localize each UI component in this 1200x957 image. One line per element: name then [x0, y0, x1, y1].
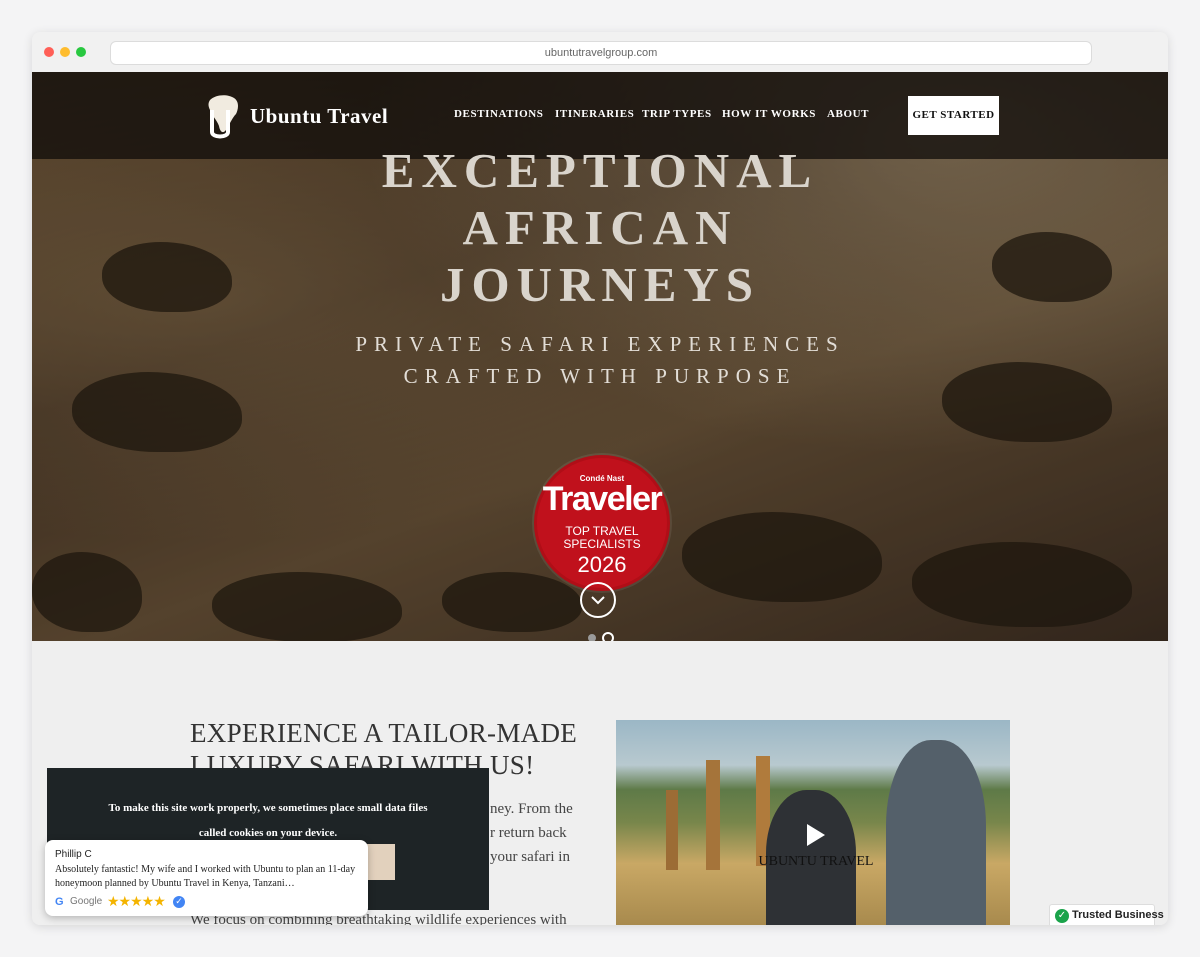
- intro-text-fragment: your safari in: [490, 849, 570, 865]
- hero-headline-line: AFRICAN: [462, 200, 738, 255]
- video-thumbnail[interactable]: UBUNTU TRAVEL: [616, 720, 1010, 925]
- slide-dot-1[interactable]: [588, 634, 596, 641]
- giraffe-shape: [706, 760, 720, 870]
- scroll-down-button[interactable]: [580, 582, 616, 618]
- nav-trip-types[interactable]: TRIP TYPES: [642, 108, 712, 120]
- slide-dot-2-active[interactable]: [602, 632, 614, 641]
- browser-window: ubuntutravelgroup.com Ubuntu Travel DEST…: [32, 32, 1168, 925]
- intro-text-fragment: r return back: [490, 825, 567, 841]
- address-bar[interactable]: ubuntutravelgroup.com: [110, 41, 1092, 65]
- reviewer-name: Phillip C: [55, 849, 92, 860]
- nav-how-it-works[interactable]: HOW IT WORKS: [722, 108, 816, 120]
- hero-headline-line: JOURNEYS: [439, 257, 761, 312]
- giraffe-shape: [666, 790, 678, 870]
- badge-award-line: SPECIALISTS: [563, 537, 641, 551]
- badge-year: 2026: [577, 552, 627, 577]
- cookie-message: To make this site work properly, we some…: [77, 796, 459, 846]
- maximize-window-button[interactable]: [76, 47, 86, 57]
- browser-chrome: ubuntutravelgroup.com: [32, 32, 1168, 72]
- hero-subtitle-line: PRIVATE SAFARI EXPERIENCES: [355, 332, 845, 356]
- africa-logo-icon: [208, 95, 238, 139]
- get-started-button[interactable]: GET STARTED: [908, 96, 999, 135]
- nav-about[interactable]: ABOUT: [827, 108, 869, 120]
- video-brand-overlay: UBUNTU TRAVEL: [758, 854, 874, 869]
- play-icon[interactable]: [799, 820, 829, 850]
- hero-subtitle: PRIVATE SAFARI EXPERIENCES CRAFTED WITH …: [300, 328, 900, 392]
- badge-magazine: Traveler: [542, 480, 663, 518]
- cookie-message-line: To make this site work properly, we some…: [108, 802, 428, 814]
- check-icon: ✓: [1055, 909, 1069, 923]
- hero-headline: EXCEPTIONAL AFRICAN JOURNEYS: [300, 142, 900, 313]
- verified-check-icon: ✓: [173, 896, 185, 908]
- intro-title-line: EXPERIENCE A TAILOR-MADE: [190, 718, 578, 748]
- intro-text-fragment: ney. From the: [490, 801, 573, 817]
- hero-headline-line: EXCEPTIONAL: [381, 143, 819, 198]
- badge-award: TOP TRAVEL SPECIALISTS: [537, 525, 667, 551]
- nav-itineraries[interactable]: ITINERARIES: [555, 108, 634, 120]
- review-text: Absolutely fantastic! My wife and I work…: [55, 864, 356, 889]
- close-window-button[interactable]: [44, 47, 54, 57]
- award-badge: Condé Nast Traveler TOP TRAVEL SPECIALIS…: [534, 455, 670, 591]
- google-icon: G: [55, 896, 64, 908]
- review-source: Google: [70, 896, 103, 907]
- chevron-down-icon: [591, 596, 605, 605]
- review-stars: ★★★★★: [107, 894, 166, 910]
- hero-section: Ubuntu Travel DESTINATIONS ITINERARIES T…: [32, 72, 1168, 641]
- trusted-business-label: Trusted Business: [1072, 909, 1164, 921]
- brand-name: Ubuntu Travel: [250, 104, 389, 128]
- trusted-business-badge[interactable]: ✓ Trusted Business: [1049, 904, 1164, 925]
- hero-subtitle-line: CRAFTED WITH PURPOSE: [403, 364, 797, 388]
- minimize-window-button[interactable]: [60, 47, 70, 57]
- nav-destinations[interactable]: DESTINATIONS: [454, 108, 544, 120]
- google-review-popup[interactable]: Phillip C Absolutely fantastic! My wife …: [45, 840, 368, 916]
- person-shape: [886, 740, 986, 925]
